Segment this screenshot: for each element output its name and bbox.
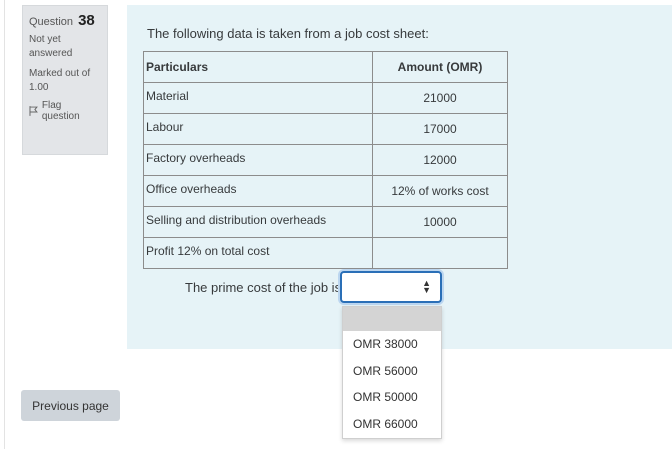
option-blank[interactable] xyxy=(343,307,441,331)
table-cell-amount: 10000 xyxy=(372,206,508,238)
table-header-particulars: Particulars xyxy=(143,51,373,83)
table-row: Office overheads 12% of works cost xyxy=(143,175,508,207)
prime-cost-prompt: The prime cost of the job is: xyxy=(185,280,345,295)
question-number-value: 38 xyxy=(78,12,95,29)
table-cell-particular: Profit 12% on total cost xyxy=(143,237,373,269)
question-info-panel: Question 38 Not yet answered Marked out … xyxy=(22,5,108,155)
select-arrows-icon: ▲ ▼ xyxy=(422,278,431,295)
left-divider xyxy=(4,0,5,449)
table-cell-particular: Office overheads xyxy=(143,175,373,207)
table-cell-particular: Labour xyxy=(143,113,373,145)
table-header-amount: Amount (OMR) xyxy=(372,51,508,83)
table-header-row: Particulars Amount (OMR) xyxy=(143,51,508,83)
table-row: Profit 12% on total cost xyxy=(143,237,508,269)
flag-icon xyxy=(29,106,38,116)
question-number: Question 38 xyxy=(29,12,101,29)
table-cell-particular: Selling and distribution overheads xyxy=(143,206,373,238)
flag-question-link[interactable]: Flag question xyxy=(29,100,101,122)
table-cell-particular: Material xyxy=(143,82,373,114)
table-row: Factory overheads 12000 xyxy=(143,144,508,176)
prime-cost-select[interactable]: ▲ ▼ xyxy=(340,271,442,303)
table-cell-particular: Factory overheads xyxy=(143,144,373,176)
option-omr-38000[interactable]: OMR 38000 xyxy=(343,331,441,358)
option-omr-50000[interactable]: OMR 50000 xyxy=(343,384,441,411)
prime-cost-options-list: OMR 38000 OMR 56000 OMR 50000 OMR 66000 xyxy=(342,306,442,439)
job-cost-table: Particulars Amount (OMR) Material 21000 … xyxy=(143,51,508,269)
table-cell-amount: 12% of works cost xyxy=(372,175,508,207)
flag-question-label: Flag question xyxy=(41,100,80,122)
question-content: The following data is taken from a job c… xyxy=(127,5,672,349)
question-text: The following data is taken from a job c… xyxy=(147,26,429,41)
option-omr-66000[interactable]: OMR 66000 xyxy=(343,411,441,438)
table-row: Material 21000 xyxy=(143,82,508,114)
option-omr-56000[interactable]: OMR 56000 xyxy=(343,358,441,385)
table-cell-amount xyxy=(372,237,508,269)
table-cell-amount: 21000 xyxy=(372,82,508,114)
previous-page-button[interactable]: Previous page xyxy=(21,390,120,421)
table-cell-amount: 17000 xyxy=(372,113,508,145)
table-row: Labour 17000 xyxy=(143,113,508,145)
question-state: Not yet answered xyxy=(29,34,73,59)
table-cell-amount: 12000 xyxy=(372,144,508,176)
question-grade: Marked out of 1.00 xyxy=(29,68,91,93)
table-row: Selling and distribution overheads 10000 xyxy=(143,206,508,238)
question-prefix: Question xyxy=(29,16,74,28)
